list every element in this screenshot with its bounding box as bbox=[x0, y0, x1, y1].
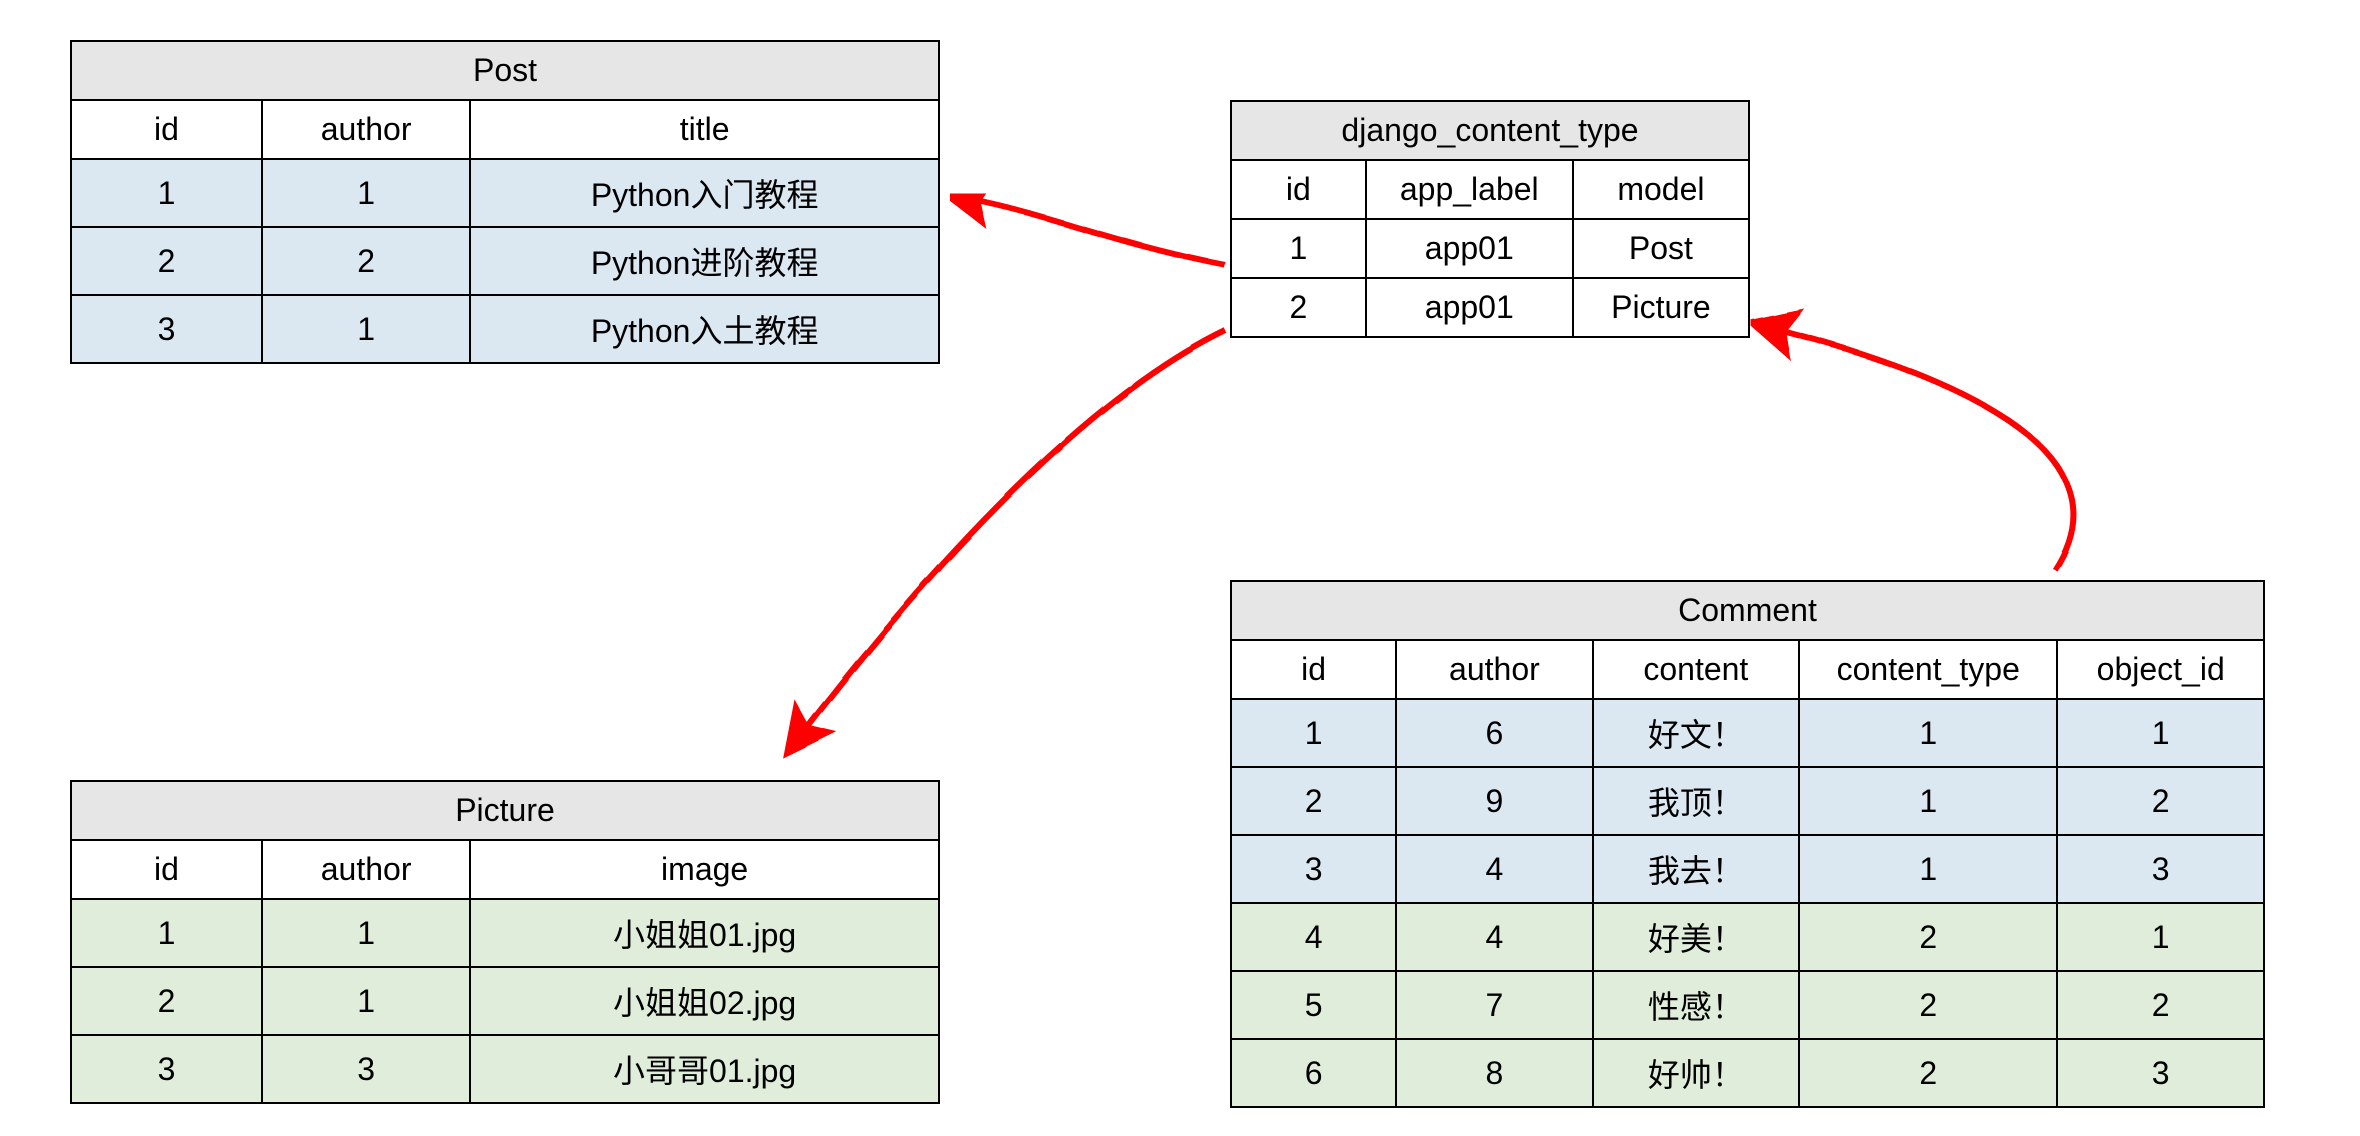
column-header: image bbox=[470, 840, 939, 899]
table-cell: 2 bbox=[262, 227, 470, 295]
column-header: id bbox=[1231, 640, 1396, 699]
table-header-row: idauthortitle bbox=[71, 100, 939, 159]
column-header: id bbox=[71, 100, 262, 159]
table-cell: 2 bbox=[1799, 1039, 2057, 1107]
table-cell: Post bbox=[1573, 219, 1749, 278]
table-cell: 6 bbox=[1396, 699, 1592, 767]
table-row: 2app01Picture bbox=[1231, 278, 1749, 337]
table-cell: app01 bbox=[1366, 278, 1573, 337]
table-row: 22Python进阶教程 bbox=[71, 227, 939, 295]
table-cell: 3 bbox=[2057, 835, 2264, 903]
table-cell: 2 bbox=[71, 227, 262, 295]
table-cell: 1 bbox=[1799, 767, 2057, 835]
table-cell: 3 bbox=[1231, 835, 1396, 903]
table-cell: 1 bbox=[262, 899, 470, 967]
table-cell: 2 bbox=[71, 967, 262, 1035]
column-header: id bbox=[1231, 160, 1366, 219]
column-header: title bbox=[470, 100, 939, 159]
table-cell: 1 bbox=[1231, 699, 1396, 767]
table-cell: 好帅！ bbox=[1593, 1039, 1800, 1107]
table-cell: Picture bbox=[1573, 278, 1749, 337]
table-cell: 1 bbox=[71, 899, 262, 967]
post-title: Post bbox=[71, 41, 939, 100]
table-cell: 1 bbox=[1799, 699, 2057, 767]
table-header-row: idauthorimage bbox=[71, 840, 939, 899]
column-header: app_label bbox=[1366, 160, 1573, 219]
table-cell: 8 bbox=[1396, 1039, 1592, 1107]
table-row: 1app01Post bbox=[1231, 219, 1749, 278]
column-header: author bbox=[262, 100, 470, 159]
table-cell: 3 bbox=[2057, 1039, 2264, 1107]
table-cell: 9 bbox=[1396, 767, 1592, 835]
table-cell: 小姐姐01.jpg bbox=[470, 899, 939, 967]
table-cell: 1 bbox=[2057, 699, 2264, 767]
table-cell: 4 bbox=[1231, 903, 1396, 971]
comment-title: Comment bbox=[1231, 581, 2264, 640]
column-header: model bbox=[1573, 160, 1749, 219]
content-type-table: django_content_type idapp_labelmodel 1ap… bbox=[1230, 100, 1750, 338]
arrow-ct-to-post bbox=[975, 200, 1225, 265]
column-header: author bbox=[1396, 640, 1592, 699]
table-cell: app01 bbox=[1366, 219, 1573, 278]
table-cell: Python入门教程 bbox=[470, 159, 939, 227]
picture-table: Picture idauthorimage 11小姐姐01.jpg21小姐姐02… bbox=[70, 780, 940, 1104]
table-cell: 好文！ bbox=[1593, 699, 1800, 767]
picture-title: Picture bbox=[71, 781, 939, 840]
table-cell: 1 bbox=[1799, 835, 2057, 903]
table-cell: 3 bbox=[71, 295, 262, 363]
table-cell: 2 bbox=[2057, 971, 2264, 1039]
comment-table: Comment idauthorcontentcontent_typeobjec… bbox=[1230, 580, 2265, 1108]
table-cell: 1 bbox=[262, 295, 470, 363]
table-cell: 3 bbox=[71, 1035, 262, 1103]
table-cell: 1 bbox=[262, 967, 470, 1035]
column-header: author bbox=[262, 840, 470, 899]
table-row: 68好帅！23 bbox=[1231, 1039, 2264, 1107]
table-cell: 2 bbox=[1799, 903, 2057, 971]
table-cell: 1 bbox=[262, 159, 470, 227]
table-row: 57性感！22 bbox=[1231, 971, 2264, 1039]
table-cell: 6 bbox=[1231, 1039, 1396, 1107]
table-row: 21小姐姐02.jpg bbox=[71, 967, 939, 1035]
content-type-title: django_content_type bbox=[1231, 101, 1749, 160]
table-cell: Python入土教程 bbox=[470, 295, 939, 363]
column-header: object_id bbox=[2057, 640, 2264, 699]
table-cell: 2 bbox=[1799, 971, 2057, 1039]
post-table: Post idauthortitle 11Python入门教程22Python进… bbox=[70, 40, 940, 364]
table-cell: 性感！ bbox=[1593, 971, 1800, 1039]
table-cell: 我顶！ bbox=[1593, 767, 1800, 835]
table-cell: 小哥哥01.jpg bbox=[470, 1035, 939, 1103]
table-cell: 3 bbox=[262, 1035, 470, 1103]
arrow-comment-to-ct bbox=[1780, 330, 2073, 570]
table-cell: 好美！ bbox=[1593, 903, 1800, 971]
table-row: 33小哥哥01.jpg bbox=[71, 1035, 939, 1103]
table-header-row: idapp_labelmodel bbox=[1231, 160, 1749, 219]
table-row: 29我顶！12 bbox=[1231, 767, 2264, 835]
table-cell: 4 bbox=[1396, 903, 1592, 971]
table-cell: 2 bbox=[2057, 767, 2264, 835]
table-cell: 1 bbox=[2057, 903, 2264, 971]
table-cell: 我去！ bbox=[1593, 835, 1800, 903]
table-cell: 1 bbox=[71, 159, 262, 227]
table-row: 34我去！13 bbox=[1231, 835, 2264, 903]
table-row: 11Python入门教程 bbox=[71, 159, 939, 227]
table-cell: 1 bbox=[1231, 219, 1366, 278]
table-cell: 2 bbox=[1231, 767, 1396, 835]
table-cell: 小姐姐02.jpg bbox=[470, 967, 939, 1035]
column-header: id bbox=[71, 840, 262, 899]
table-cell: 2 bbox=[1231, 278, 1366, 337]
arrow-ct-to-picture bbox=[805, 330, 1225, 730]
table-cell: Python进阶教程 bbox=[470, 227, 939, 295]
table-row: 11小姐姐01.jpg bbox=[71, 899, 939, 967]
table-header-row: idauthorcontentcontent_typeobject_id bbox=[1231, 640, 2264, 699]
column-header: content bbox=[1593, 640, 1800, 699]
table-cell: 7 bbox=[1396, 971, 1592, 1039]
table-cell: 5 bbox=[1231, 971, 1396, 1039]
table-row: 44好美！21 bbox=[1231, 903, 2264, 971]
table-cell: 4 bbox=[1396, 835, 1592, 903]
table-row: 31Python入土教程 bbox=[71, 295, 939, 363]
table-row: 16好文！11 bbox=[1231, 699, 2264, 767]
column-header: content_type bbox=[1799, 640, 2057, 699]
